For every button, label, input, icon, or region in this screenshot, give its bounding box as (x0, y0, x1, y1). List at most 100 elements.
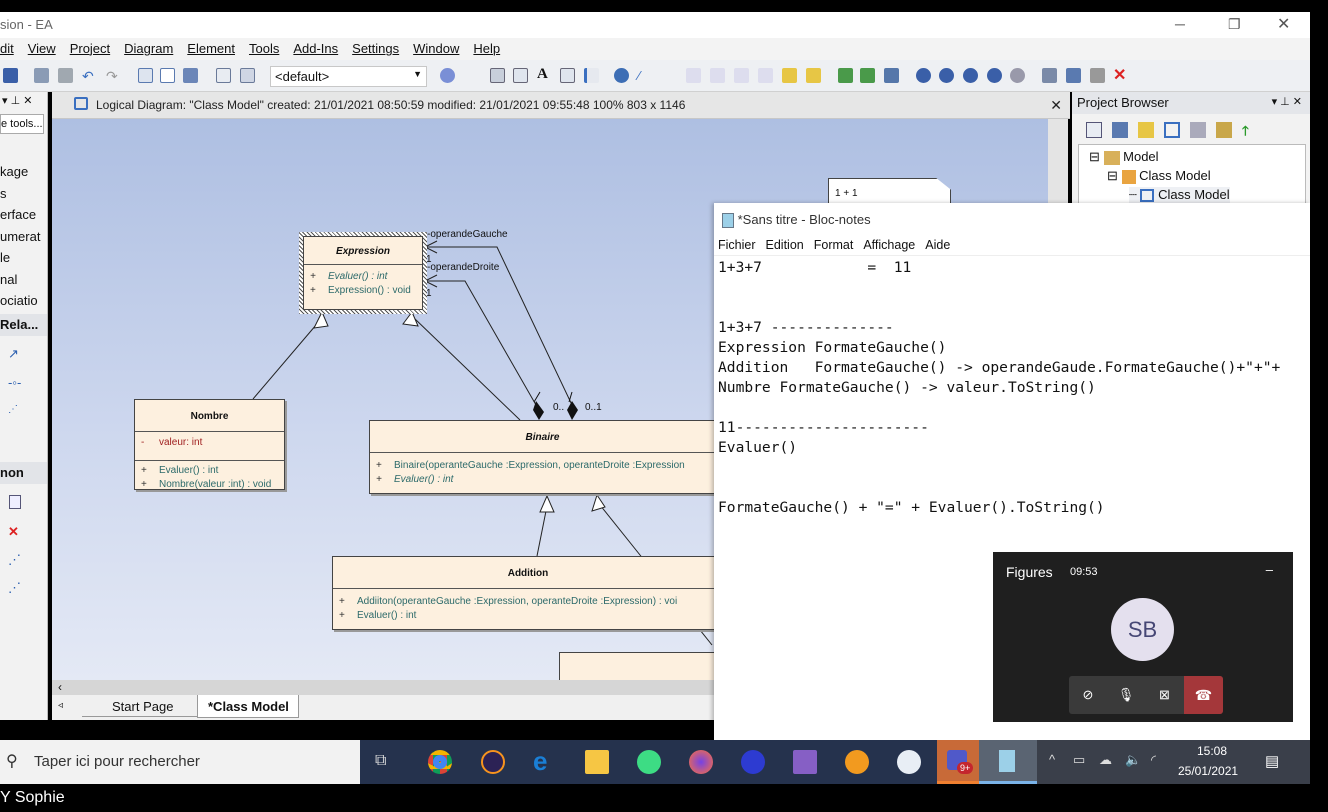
wifi-icon[interactable]: ◜ (1151, 752, 1156, 768)
app-icon[interactable] (845, 750, 869, 774)
menu-edition[interactable]: Edition (766, 238, 804, 255)
chrome-icon[interactable] (428, 750, 452, 774)
diagram-icon[interactable] (1164, 122, 1180, 138)
folder-icon[interactable] (1138, 122, 1154, 138)
tree-label: Class Model (1139, 168, 1211, 183)
project-browser: Project Browser ▾ ⊥ ✕ 🡑 ⊟ Model ⊟ Class … (1072, 92, 1310, 205)
call-duration: 09:53 (1070, 566, 1098, 578)
notifications-icon[interactable]: ▤ (1265, 752, 1279, 770)
eclipse-icon[interactable] (481, 750, 505, 774)
notepad-icon (999, 750, 1015, 772)
search-icon: ⚲ (6, 753, 18, 770)
operation: + Binaire(operanteGauche :Expression, ope… (370, 459, 728, 473)
notepad-title-bar: *Sans titre - Bloc-notes (714, 203, 1310, 233)
operation: + Evaluer() : int (135, 464, 284, 478)
operation-signature: Evaluer() : int (357, 610, 417, 621)
presenter-name-bar: Y Sophie (0, 784, 1328, 812)
notification-badge: 9+ (957, 762, 974, 774)
class-name: Addition (333, 557, 723, 589)
project-browser-toolbar: 🡑 (1086, 122, 1249, 144)
properties-icon[interactable] (1190, 122, 1206, 138)
teams-taskbar-button[interactable]: 9+ (937, 740, 979, 784)
operation: + Evaluer() : int (370, 473, 728, 487)
minimize-button[interactable]: – (1266, 562, 1273, 577)
tree-item-model[interactable]: ⊟ Model (1089, 149, 1159, 165)
battery-icon[interactable]: ▭ (1073, 752, 1085, 768)
operation-signature: Evaluer() : int (394, 474, 454, 485)
chevron-up-icon[interactable]: ^ (1049, 752, 1055, 767)
multiplicity: 0..1 (585, 402, 602, 413)
taskbar-search[interactable]: ⚲ Taper ici pour rechercher (0, 740, 360, 784)
presenter-name: Y Sophie (0, 789, 65, 806)
clock-time[interactable]: 15:08 (1197, 744, 1227, 758)
tree-item-package[interactable]: ⊟ Class Model (1107, 168, 1211, 184)
class-addition[interactable]: Addition + Addiiton(operanteGauche :Expre… (332, 556, 732, 630)
menu-fichier[interactable]: Fichier (718, 238, 756, 255)
edge-icon[interactable]: e (533, 746, 557, 776)
clock-date[interactable]: 25/01/2021 (1178, 764, 1238, 778)
find-icon[interactable] (1216, 122, 1232, 138)
role-operande-gauche: -operandeGauche (427, 229, 508, 240)
android-studio-icon[interactable] (637, 750, 661, 774)
new-diagram-icon[interactable] (1112, 122, 1128, 138)
operation-signature: Binaire(operanteGauche :Expression, oper… (394, 460, 685, 471)
visibility: + (339, 610, 345, 621)
new-icon[interactable] (1086, 122, 1102, 138)
menu-aide[interactable]: Aide (925, 238, 950, 255)
camera-off-icon[interactable]: ⊘ (1069, 676, 1107, 714)
onedrive-error-icon[interactable]: ☁ (1099, 752, 1112, 768)
class-expression[interactable]: Expression + Evaluer() : int + Expression(… (303, 236, 423, 310)
app-icon[interactable] (741, 750, 765, 774)
firefox-icon[interactable] (689, 750, 713, 774)
project-browser-title: Project Browser (1077, 95, 1169, 110)
move-up-icon[interactable]: 🡑 (1242, 122, 1249, 144)
visibility: + (376, 460, 382, 471)
operation-signature: Expression() : void (328, 285, 411, 296)
task-view-icon[interactable]: ⧉ (375, 752, 386, 770)
notepad-title: *Sans titre - Bloc-notes (737, 212, 871, 227)
tree-item-diagram[interactable]: ┈ Class Model (1129, 187, 1230, 203)
tab-scroll-left-icon[interactable]: ◃ (58, 700, 63, 711)
menu-affichage[interactable]: Affichage (863, 238, 915, 255)
volume-icon[interactable]: 🔈 (1125, 752, 1141, 768)
class-nombre[interactable]: Nombre - valeur: int + Evaluer() : int + No… (134, 399, 285, 490)
visibility: + (141, 479, 147, 490)
class-name: Expression (304, 237, 422, 265)
visual-studio-icon[interactable] (793, 750, 817, 774)
visibility: + (310, 271, 316, 282)
microphone-icon[interactable]: 🎙 (1107, 676, 1145, 714)
system-tray: ^ ▭ ☁ 🔈 ◜ 15:08 25/01/2021 ▤ (1037, 740, 1310, 784)
notepad-text-area[interactable]: 1+3+7 = 11 1+3+7 -------------- Expressi… (718, 258, 1280, 518)
generalization-binaire (413, 317, 521, 421)
horizontal-scrollbar[interactable]: ‹ (52, 680, 714, 695)
call-title: Figures (1006, 564, 1053, 580)
visibility: + (376, 474, 382, 485)
file-explorer-icon[interactable] (585, 750, 609, 774)
panel-controls-icon[interactable]: ▾ ⊥ ✕ (1272, 95, 1302, 108)
teams-call-window[interactable]: Figures 09:53 – SB ⊘ 🎙 ⊠ ☎ (993, 552, 1293, 722)
visibility: + (310, 285, 316, 296)
scroll-left-icon[interactable]: ‹ (58, 680, 62, 694)
generalization-nombre (252, 317, 323, 400)
snipping-tool-icon[interactable] (897, 750, 921, 774)
attribute-signature: valeur: int (159, 437, 203, 448)
role-operande-droite: -operandeDroite (427, 262, 500, 273)
operation-signature: Evaluer() : int (328, 271, 388, 282)
menu-format[interactable]: Format (814, 238, 854, 255)
notepad-taskbar-button[interactable] (979, 740, 1037, 784)
call-controls: ⊘ 🎙 ⊠ ☎ (1069, 676, 1223, 714)
operation: + Expression() : void (304, 284, 422, 298)
hang-up-button[interactable]: ☎ (1184, 676, 1223, 714)
operation: + Nombre(valeur :int) : void (135, 478, 284, 492)
tab-class-model[interactable]: *Class Model (197, 695, 299, 718)
stop-share-icon[interactable]: ⊠ (1145, 676, 1184, 714)
operation-signature: Nombre(valeur :int) : void (159, 479, 272, 490)
class-binaire[interactable]: Binaire + Binaire(operanteGauche :Express… (369, 420, 729, 494)
tab-start-page[interactable]: Start Page (82, 695, 202, 717)
diagram-note[interactable]: 1 + 1 (828, 178, 951, 204)
note-text: 1 + 1 (835, 188, 858, 199)
diagram-tabs: ◃ Start Page *Class Model (52, 695, 714, 720)
operation: + Addiiton(operanteGauche :Expression, op… (333, 595, 731, 609)
notepad-icon (722, 213, 734, 229)
class-name: Nombre (135, 400, 284, 432)
